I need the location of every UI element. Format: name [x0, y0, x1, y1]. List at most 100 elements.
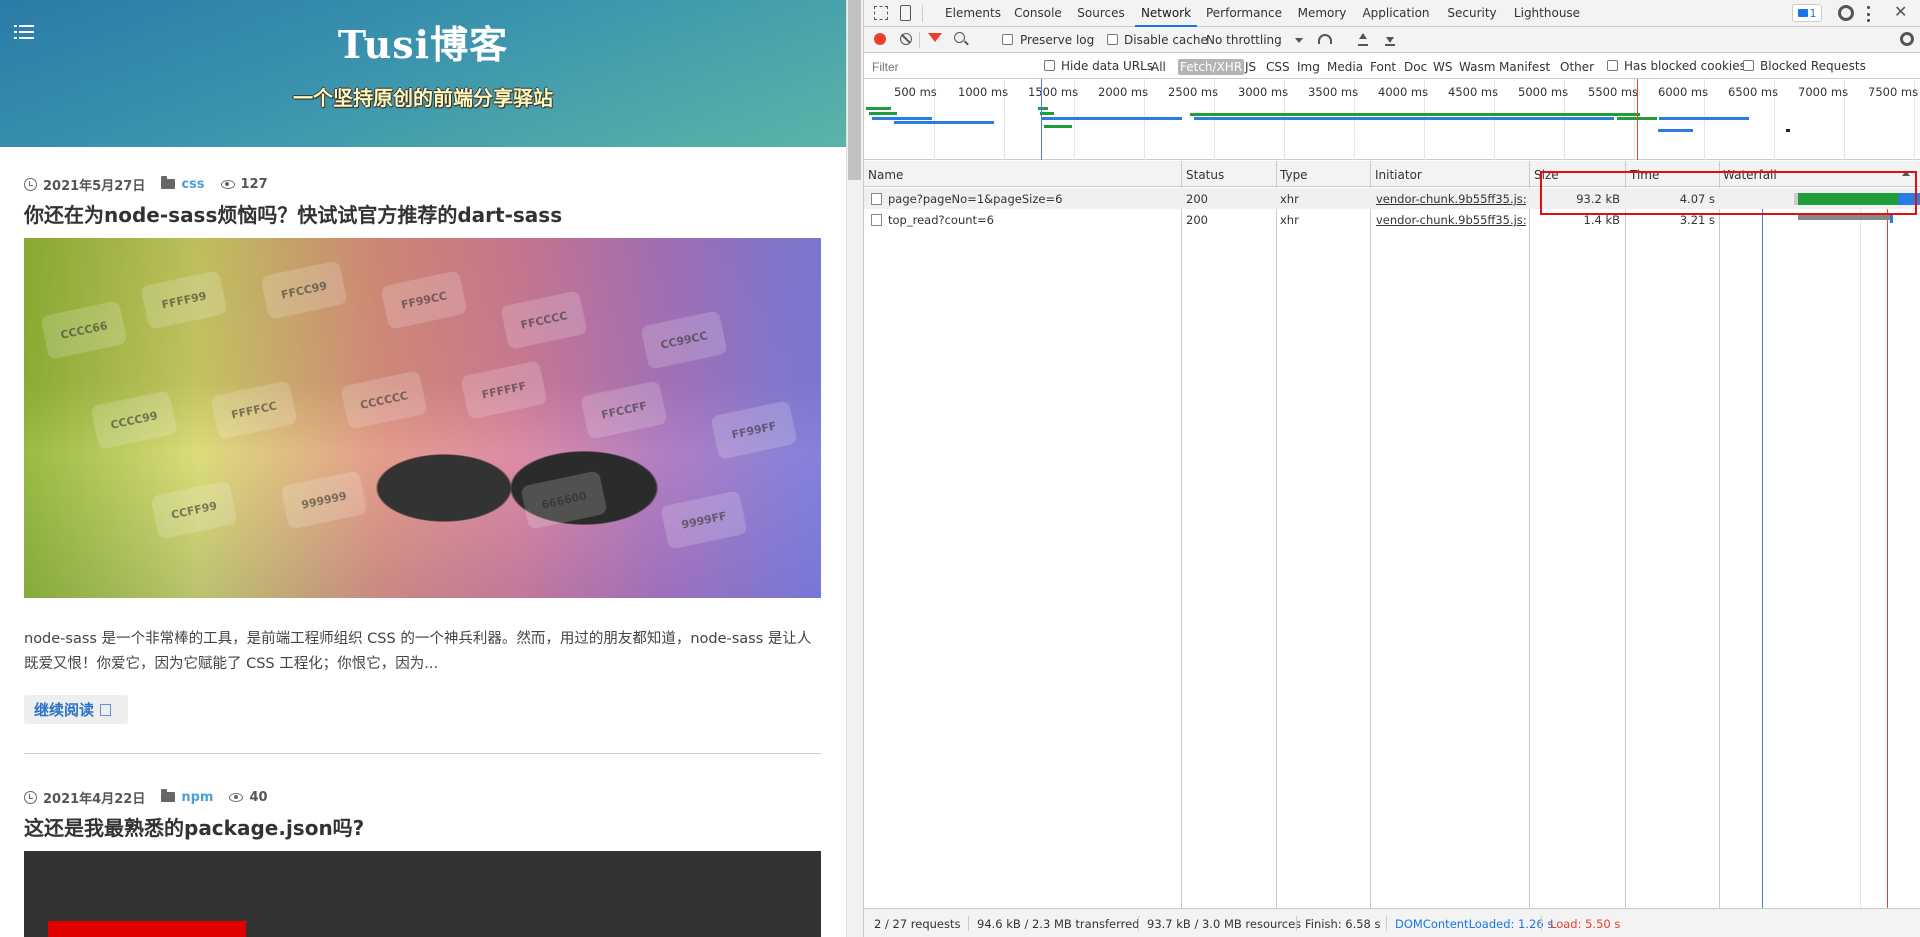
post-title[interactable]: 你还在为node-sass烦恼吗？快试试官方推荐的dart-sass — [24, 199, 562, 228]
filter-type-js[interactable]: JS — [1243, 59, 1258, 75]
read-more-button[interactable]: 继续阅读 — [24, 695, 128, 724]
more-options-icon[interactable] — [1867, 6, 1871, 22]
tab-network[interactable]: Network — [1135, 0, 1197, 27]
settings-gear-icon[interactable] — [1838, 5, 1854, 21]
record-button[interactable] — [874, 33, 886, 45]
blog-title[interactable]: Tusi博客 — [0, 14, 846, 69]
filter-icon[interactable] — [928, 33, 942, 42]
throttling-select[interactable]: No throttling — [1206, 33, 1282, 47]
filter-type-ws[interactable]: WS — [1431, 59, 1454, 75]
overview-tick: 2500 ms — [1168, 85, 1219, 99]
search-icon[interactable] — [954, 32, 965, 43]
disable-cache-checkbox[interactable] — [1107, 34, 1118, 45]
waterfall-grid — [1860, 188, 1861, 908]
page-scrollbar-thumb[interactable] — [848, 0, 861, 180]
has-blocked-cookies-checkbox[interactable] — [1607, 60, 1618, 71]
column-header-type[interactable]: Type — [1280, 168, 1308, 182]
annotation-highlight-box — [1540, 171, 1917, 215]
request-status: 200 — [1186, 192, 1208, 206]
status-requests: 2 / 27 requests — [874, 917, 961, 931]
blocked-requests-label: Blocked Requests — [1760, 59, 1866, 73]
post-date: 2021年5月27日 — [43, 178, 146, 194]
color-swatch-label: 9999FF — [660, 490, 748, 550]
issues-badge[interactable]: 1 — [1792, 4, 1822, 22]
timeline-overview[interactable]: 500 ms 1000 ms 1500 ms 2000 ms 2500 ms 3… — [864, 79, 1920, 160]
color-swatch-label: FF99FF — [710, 400, 798, 460]
overview-tick: 5000 ms — [1518, 85, 1569, 99]
eye-icon — [229, 792, 244, 802]
request-size: 1.4 kB — [1583, 213, 1621, 227]
hide-data-urls-checkbox[interactable] — [1044, 60, 1055, 71]
request-name[interactable]: page?pageNo=1&pageSize=6 — [888, 192, 1178, 206]
column-header-status[interactable]: Status — [1186, 168, 1224, 182]
waterfall-bar — [1890, 215, 1893, 223]
request-status: 200 — [1186, 213, 1208, 227]
tab-sources[interactable]: Sources — [1073, 0, 1129, 27]
post-title[interactable]: 这还是我最熟悉的package.json吗? — [24, 812, 364, 841]
eye-icon — [220, 179, 235, 189]
request-name[interactable]: top_read?count=6 — [888, 213, 1178, 227]
overview-tick: 500 ms — [894, 85, 937, 99]
tab-elements[interactable]: Elements — [942, 0, 1004, 27]
waterfall-bar — [1798, 215, 1890, 220]
preserve-log-label: Preserve log — [1020, 33, 1095, 47]
overview-tick: 6000 ms — [1658, 85, 1709, 99]
folder-icon — [161, 176, 176, 189]
filter-type-other[interactable]: Other — [1558, 59, 1596, 75]
post-views: 40 — [249, 789, 268, 805]
status-finish: Finish: 6.58 s — [1305, 917, 1381, 931]
post-cover-image[interactable] — [24, 851, 821, 937]
tab-console[interactable]: Console — [1010, 0, 1066, 27]
filter-type-img[interactable]: Img — [1295, 59, 1322, 75]
clear-icon[interactable] — [900, 33, 912, 45]
clock-icon — [24, 790, 37, 804]
color-swatch-label: FFCCCC — [500, 290, 588, 350]
filter-type-css[interactable]: CSS — [1264, 59, 1292, 75]
filter-type-fetch-xhr[interactable]: Fetch/XHR — [1178, 59, 1245, 75]
tab-performance[interactable]: Performance — [1204, 0, 1284, 27]
overview-tick: 5500 ms — [1588, 85, 1639, 99]
network-settings-gear-icon[interactable] — [1900, 32, 1914, 46]
folder-icon — [161, 789, 176, 802]
filter-input[interactable] — [868, 57, 1038, 76]
network-conditions-icon[interactable] — [1318, 34, 1332, 44]
tab-memory[interactable]: Memory — [1294, 0, 1350, 27]
request-type: xhr — [1280, 213, 1299, 227]
filter-type-font[interactable]: Font — [1368, 59, 1398, 75]
blocked-requests-checkbox[interactable] — [1743, 60, 1754, 71]
cover-red-block — [48, 921, 246, 937]
device-toolbar-icon[interactable] — [900, 5, 911, 21]
tab-security[interactable]: Security — [1444, 0, 1500, 27]
color-swatch-label: FFFFFF — [460, 360, 548, 420]
status-transferred: 94.6 kB / 2.3 MB transferred — [977, 917, 1140, 931]
request-initiator[interactable]: vendor-chunk.9b55ff35.js:... — [1376, 213, 1526, 227]
request-icon — [871, 193, 882, 205]
column-header-initiator[interactable]: Initiator — [1375, 168, 1422, 182]
close-icon[interactable]: ✕ — [1894, 2, 1907, 22]
post-excerpt: node-sass 是一个非常棒的工具，是前端工程师组织 CSS 的一个神兵利器… — [24, 631, 812, 672]
preserve-log-checkbox[interactable] — [1002, 34, 1013, 45]
import-har-icon[interactable] — [1358, 33, 1368, 46]
post-category[interactable]: css — [181, 177, 204, 192]
post-cover-image[interactable]: CCCC66 FFFF99 FFCC99 FF99CC FFCCCC CC99CC CCCC… — [24, 238, 821, 598]
column-header-name[interactable]: Name — [868, 168, 903, 182]
hide-data-urls-label: Hide data URLs — [1061, 59, 1154, 73]
chevron-down-icon[interactable] — [1295, 38, 1303, 43]
export-har-icon[interactable] — [1385, 33, 1395, 46]
tab-application[interactable]: Application — [1358, 0, 1434, 27]
filter-type-all[interactable]: All — [1149, 59, 1168, 75]
tab-lighthouse[interactable]: Lighthouse — [1510, 0, 1584, 27]
color-swatch-label: 666600 — [520, 470, 608, 530]
post-category[interactable]: npm — [181, 790, 213, 805]
divider — [922, 5, 923, 22]
overview-tick: 4000 ms — [1378, 85, 1429, 99]
filter-type-media[interactable]: Media — [1325, 59, 1365, 75]
status-load: Load: 5.50 s — [1550, 917, 1621, 931]
request-initiator[interactable]: vendor-chunk.9b55ff35.js:... — [1376, 192, 1526, 206]
filter-type-manifest[interactable]: Manifest — [1497, 59, 1552, 75]
post-divider — [24, 753, 821, 754]
blog-header: Tusi博客 一个坚持原创的前端分享驿站 — [0, 0, 846, 147]
inspect-element-icon[interactable] — [874, 6, 888, 20]
filter-type-wasm[interactable]: Wasm — [1457, 59, 1497, 75]
filter-type-doc[interactable]: Doc — [1402, 59, 1429, 75]
